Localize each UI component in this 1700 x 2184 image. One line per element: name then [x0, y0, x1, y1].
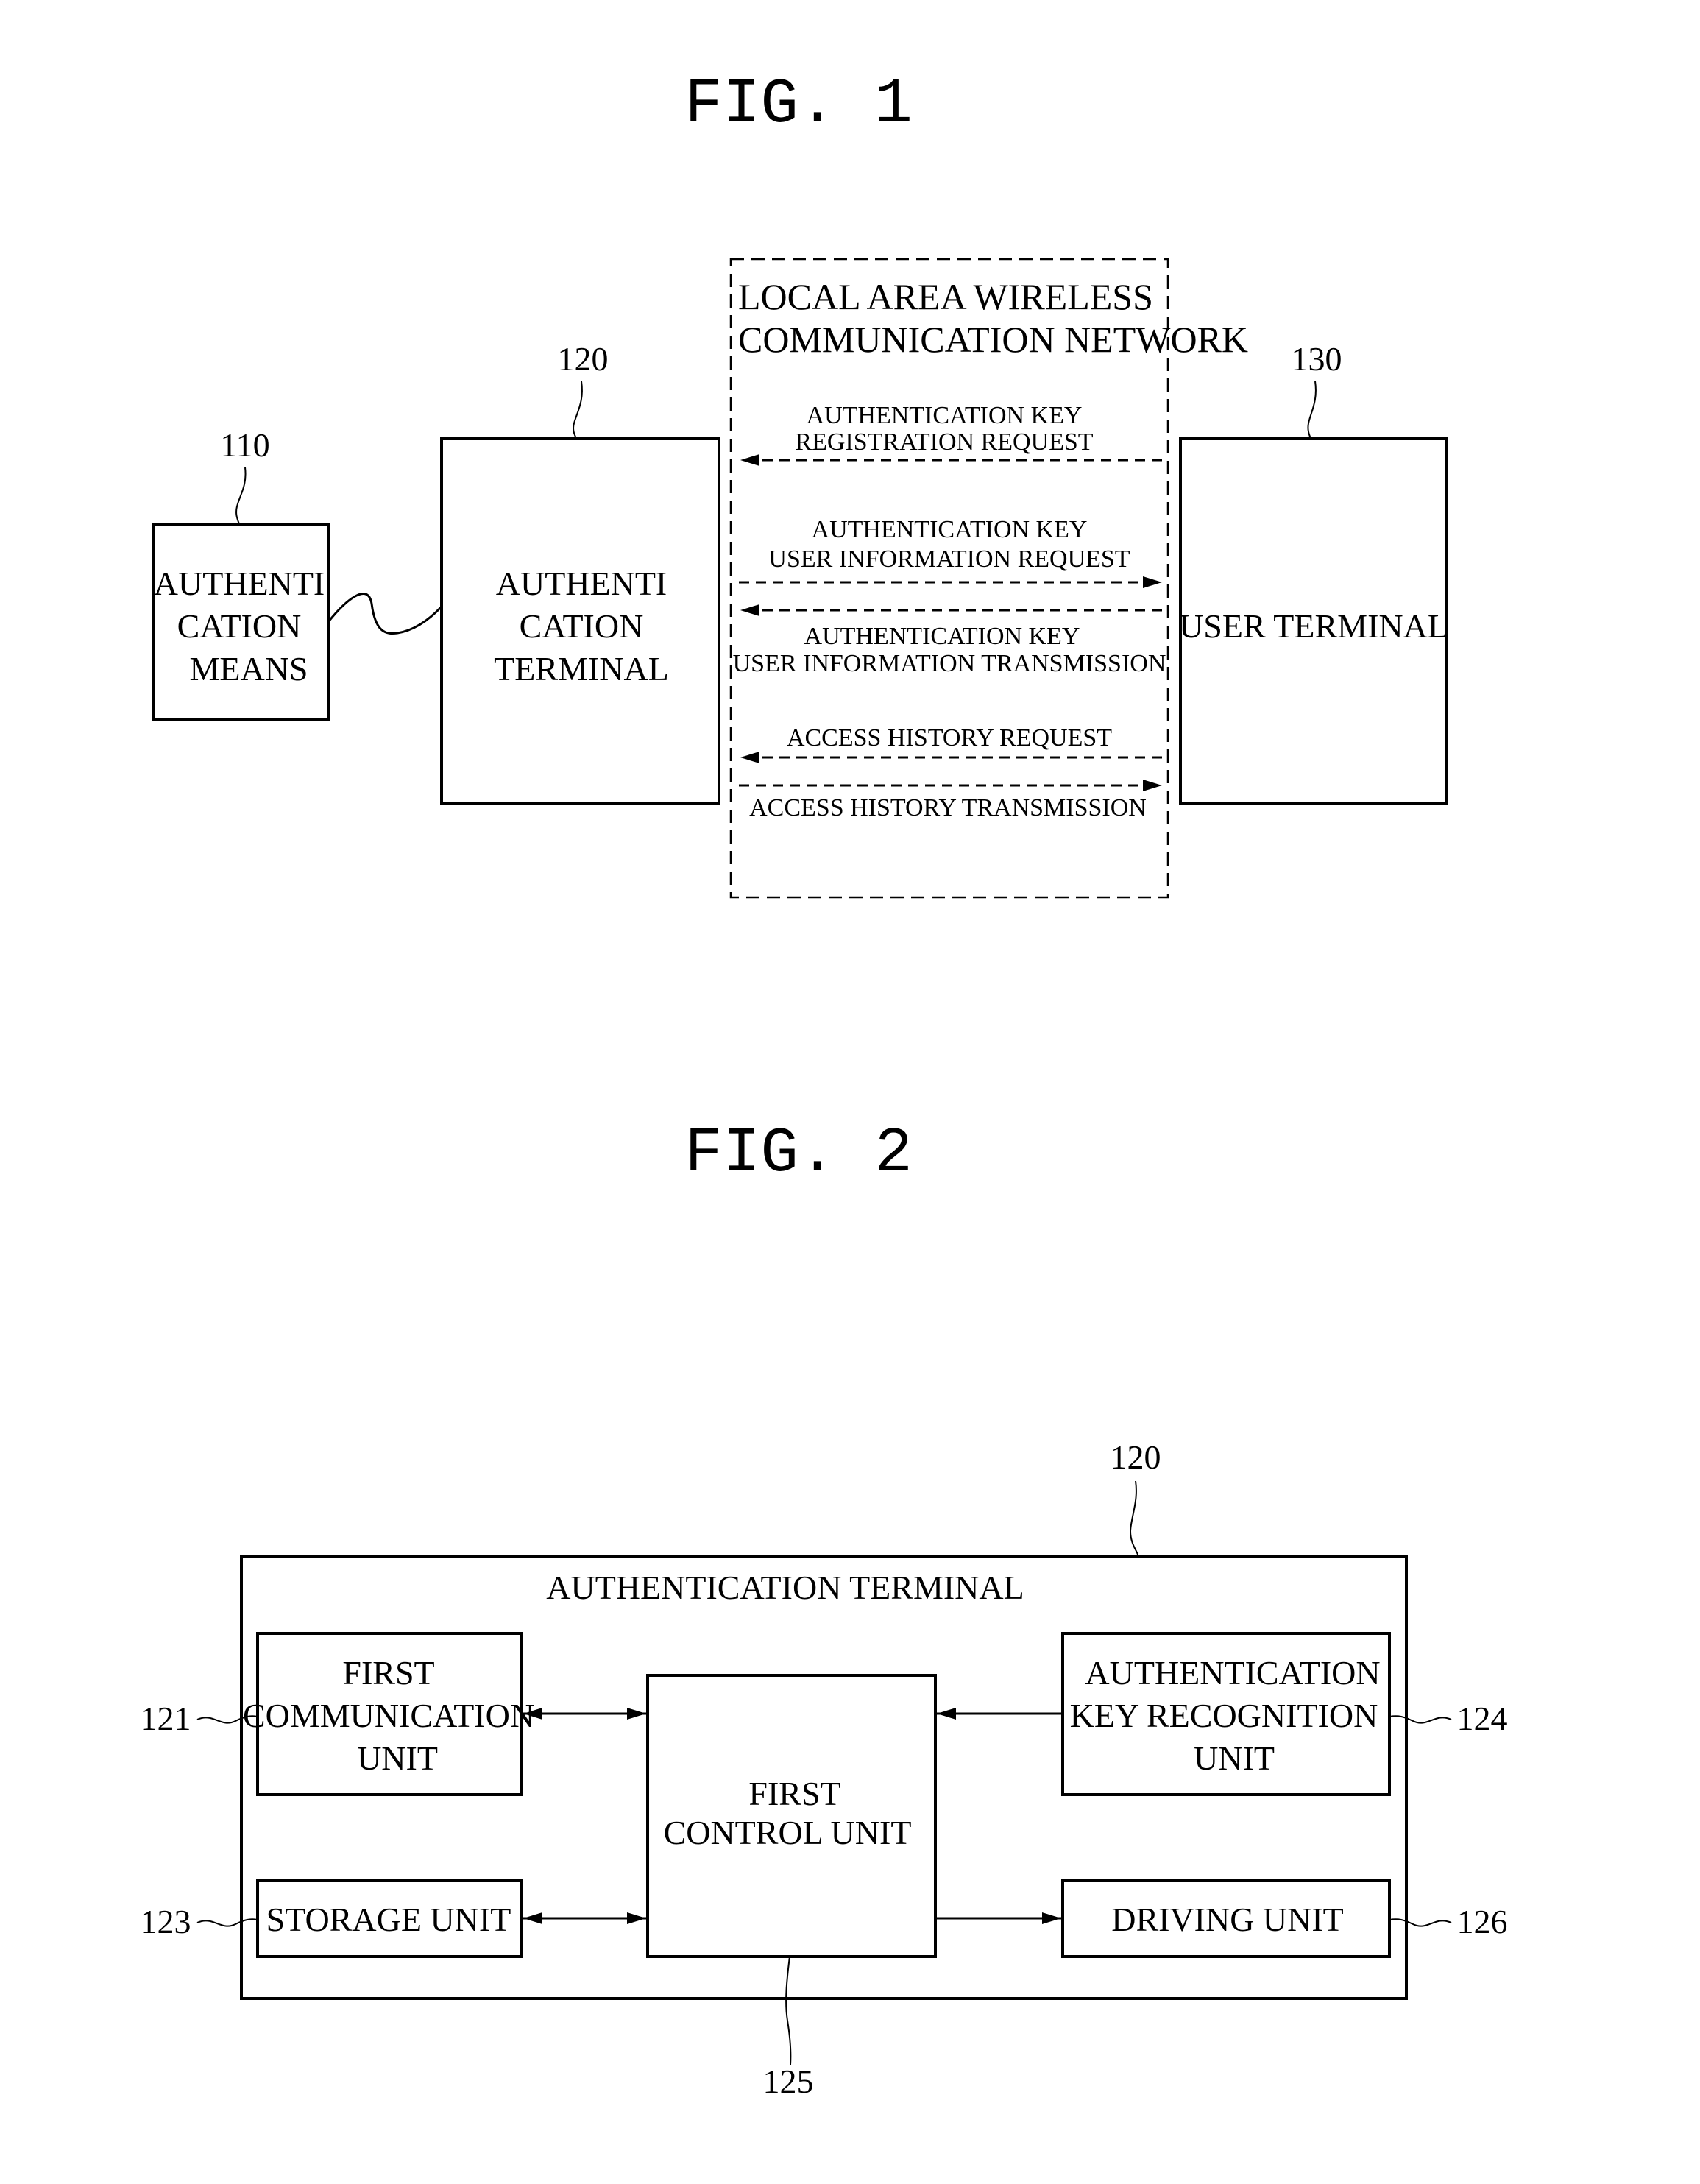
leader-125 — [785, 1956, 792, 2065]
user-terminal-block: USER TERMINAL 130 — [1179, 340, 1448, 805]
message-access-history-transmission: ACCESS HISTORY TRANSMISSION — [739, 780, 1162, 821]
fctrl-line1: FIRST — [748, 1775, 840, 1812]
kru-line3: UNIT — [1194, 1739, 1275, 1777]
msg3-line2: USER INFORMATION TRANSMISSION — [733, 650, 1166, 677]
msg1-line2: REGISTRATION REQUEST — [795, 428, 1093, 456]
leader-110 — [235, 467, 247, 525]
network-label-line2: COMMUNICATION NETWORK — [738, 319, 1248, 360]
auth-means-line2: CATION — [177, 607, 302, 645]
msg5-line1: ACCESS HISTORY TRANSMISSION — [749, 794, 1147, 821]
msg2-line1: AUTHENTICATION KEY — [812, 516, 1088, 543]
msg2-line2: USER INFORMATION REQUEST — [768, 545, 1130, 573]
ref-120-fig2: 120 — [1111, 1438, 1161, 1476]
msg4-line1: ACCESS HISTORY REQUEST — [787, 724, 1112, 752]
ref-130: 130 — [1292, 340, 1342, 378]
auth-terminal-line2: CATION — [520, 607, 644, 645]
fig2-title: FIG. 2 — [684, 1117, 913, 1190]
key-recognition-unit-block: AUTHENTICATION KEY RECOGNITION UNIT 124 — [1061, 1632, 1508, 1796]
driving-label: DRIVING UNIT — [1111, 1901, 1344, 1938]
leader-123 — [196, 1918, 258, 1927]
leader-120-fig2 — [1129, 1480, 1139, 1558]
leader-130 — [1307, 381, 1317, 439]
patent-figures: FIG. 1 LOCAL AREA WIRELESS COMMUNICATION… — [141, 68, 1508, 2100]
auth-terminal-line1: AUTHENTI — [496, 565, 667, 602]
fcu-line2: COMMUNICATION — [243, 1697, 534, 1734]
container-label: AUTHENTICATION TERMINAL — [546, 1569, 1024, 1606]
message-user-info-transmission: AUTHENTICATION KEY USER INFORMATION TRAN… — [733, 604, 1166, 677]
fctrl-line2: CONTROL UNIT — [664, 1814, 912, 1851]
leader-124 — [1389, 1715, 1452, 1724]
first-control-unit-block: FIRST CONTROL UNIT 125 — [646, 1674, 937, 2100]
ref-126: 126 — [1457, 1903, 1508, 1940]
driving-unit-block: DRIVING UNIT 126 — [1061, 1879, 1508, 1958]
ref-120: 120 — [558, 340, 609, 378]
auth-terminal-line3: TERMINAL — [494, 650, 669, 688]
message-registration-request: AUTHENTICATION KEY REGISTRATION REQUEST — [740, 402, 1162, 466]
ref-125: 125 — [763, 2063, 814, 2100]
ref-123: 123 — [141, 1903, 191, 1940]
msg3-line1: AUTHENTICATION KEY — [804, 623, 1080, 650]
fcu-line3: UNIT — [357, 1739, 438, 1777]
user-terminal-label: USER TERMINAL — [1179, 607, 1448, 645]
auth-means-line1: AUTHENTI — [154, 565, 325, 602]
ref-124: 124 — [1457, 1700, 1508, 1737]
leader-120 — [573, 381, 583, 439]
first-communication-unit-block: FIRST COMMUNICATION UNIT 121 — [141, 1632, 534, 1796]
fig1-title: FIG. 1 — [684, 68, 913, 141]
message-user-info-request: AUTHENTICATION KEY USER INFORMATION REQU… — [739, 516, 1162, 588]
leader-126 — [1389, 1918, 1452, 1927]
storage-unit-block: STORAGE UNIT 123 — [141, 1879, 523, 1958]
auth-means-line3: MEANS — [189, 650, 308, 688]
kru-line1: AUTHENTICATION — [1085, 1654, 1380, 1692]
authentication-terminal-block: AUTHENTI CATION TERMINAL 120 — [440, 340, 720, 805]
ref-110: 110 — [220, 426, 269, 464]
fcu-line1: FIRST — [342, 1654, 434, 1692]
msg1-line1: AUTHENTICATION KEY — [807, 402, 1083, 429]
message-access-history-request: ACCESS HISTORY REQUEST — [740, 724, 1162, 763]
storage-label: STORAGE UNIT — [266, 1901, 511, 1938]
ref-121: 121 — [141, 1700, 191, 1737]
network-label-line1: LOCAL AREA WIRELESS — [738, 276, 1153, 317]
wired-connection-110-120 — [327, 593, 443, 635]
kru-line2: KEY RECOGNITION — [1070, 1697, 1378, 1734]
authentication-means-block: AUTHENTI CATION MEANS 110 — [152, 426, 330, 721]
